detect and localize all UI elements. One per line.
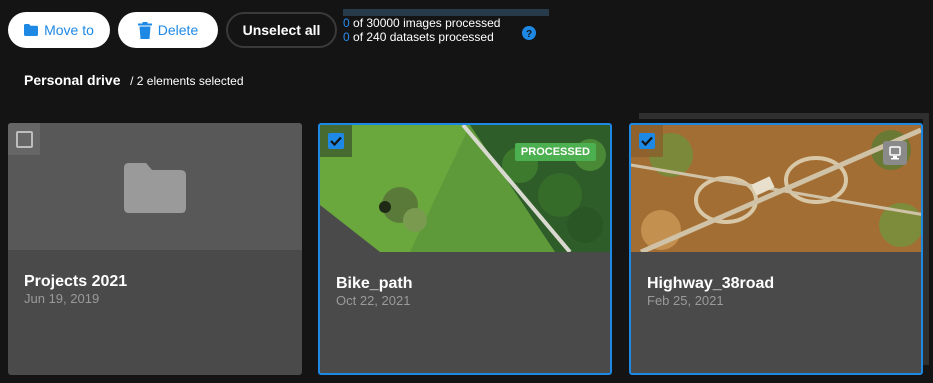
card-date: Oct 22, 2021	[336, 293, 411, 308]
device-icon	[883, 141, 907, 165]
check-icon	[330, 136, 342, 147]
images-progress-bar	[343, 9, 549, 16]
card-title: Projects 2021	[24, 273, 128, 290]
datasets-processed-count: 0	[343, 30, 350, 44]
card-title: Bike_path	[336, 275, 413, 292]
folder-icon	[24, 24, 39, 36]
processed-badge: PROCESSED	[514, 143, 596, 161]
help-icon[interactable]: ?	[522, 26, 536, 40]
card-date: Feb 25, 2021	[647, 293, 724, 308]
aerial-image-highway	[631, 125, 921, 252]
check-icon	[641, 136, 653, 147]
unselect-all-label: Unselect all	[242, 22, 321, 38]
delete-button[interactable]: Delete	[118, 12, 218, 48]
selection-count: / 2 elements selected	[130, 74, 244, 88]
dataset-card-highway-38road[interactable]: Highway_38road Feb 25, 2021	[629, 123, 923, 375]
select-checkbox[interactable]	[328, 133, 344, 149]
trash-icon	[137, 21, 152, 39]
datasets-processed-label: of 240 datasets processed	[349, 30, 494, 44]
svg-text:?: ?	[526, 29, 532, 40]
processing-status: 0 of 30000 images processed 0 of 240 dat…	[343, 9, 549, 44]
card-date: Jun 19, 2019	[24, 291, 100, 306]
card-stack-edge-right	[923, 113, 929, 365]
dataset-card-bike-path[interactable]: PROCESSED Bike_path Oct 22, 2021	[318, 123, 612, 375]
datasets-progress-text: 0 of 240 datasets processed	[343, 30, 549, 44]
card-thumbnail	[8, 123, 302, 250]
images-progress-text: 0 of 30000 images processed	[343, 16, 549, 30]
card-thumbnail: PROCESSED	[320, 125, 610, 252]
delete-label: Delete	[157, 22, 199, 38]
card-stack-edge	[639, 113, 929, 119]
select-checkbox[interactable]	[639, 133, 655, 149]
select-checkbox[interactable]	[16, 131, 33, 148]
unselect-all-button[interactable]: Unselect all	[226, 12, 337, 48]
move-to-label: Move to	[44, 22, 94, 38]
card-title: Highway_38road	[647, 275, 775, 292]
breadcrumb: Personal drive / 2 elements selected	[24, 72, 244, 88]
breadcrumb-drive[interactable]: Personal drive	[24, 72, 121, 88]
card-thumbnail	[631, 125, 921, 252]
folder-card-projects-2021[interactable]: Projects 2021 Jun 19, 2019	[8, 123, 302, 375]
images-processed-label: of 30000 images processed	[349, 16, 501, 30]
images-processed-count: 0	[343, 16, 350, 30]
folder-icon	[124, 163, 186, 213]
move-to-button[interactable]: Move to	[8, 12, 110, 48]
